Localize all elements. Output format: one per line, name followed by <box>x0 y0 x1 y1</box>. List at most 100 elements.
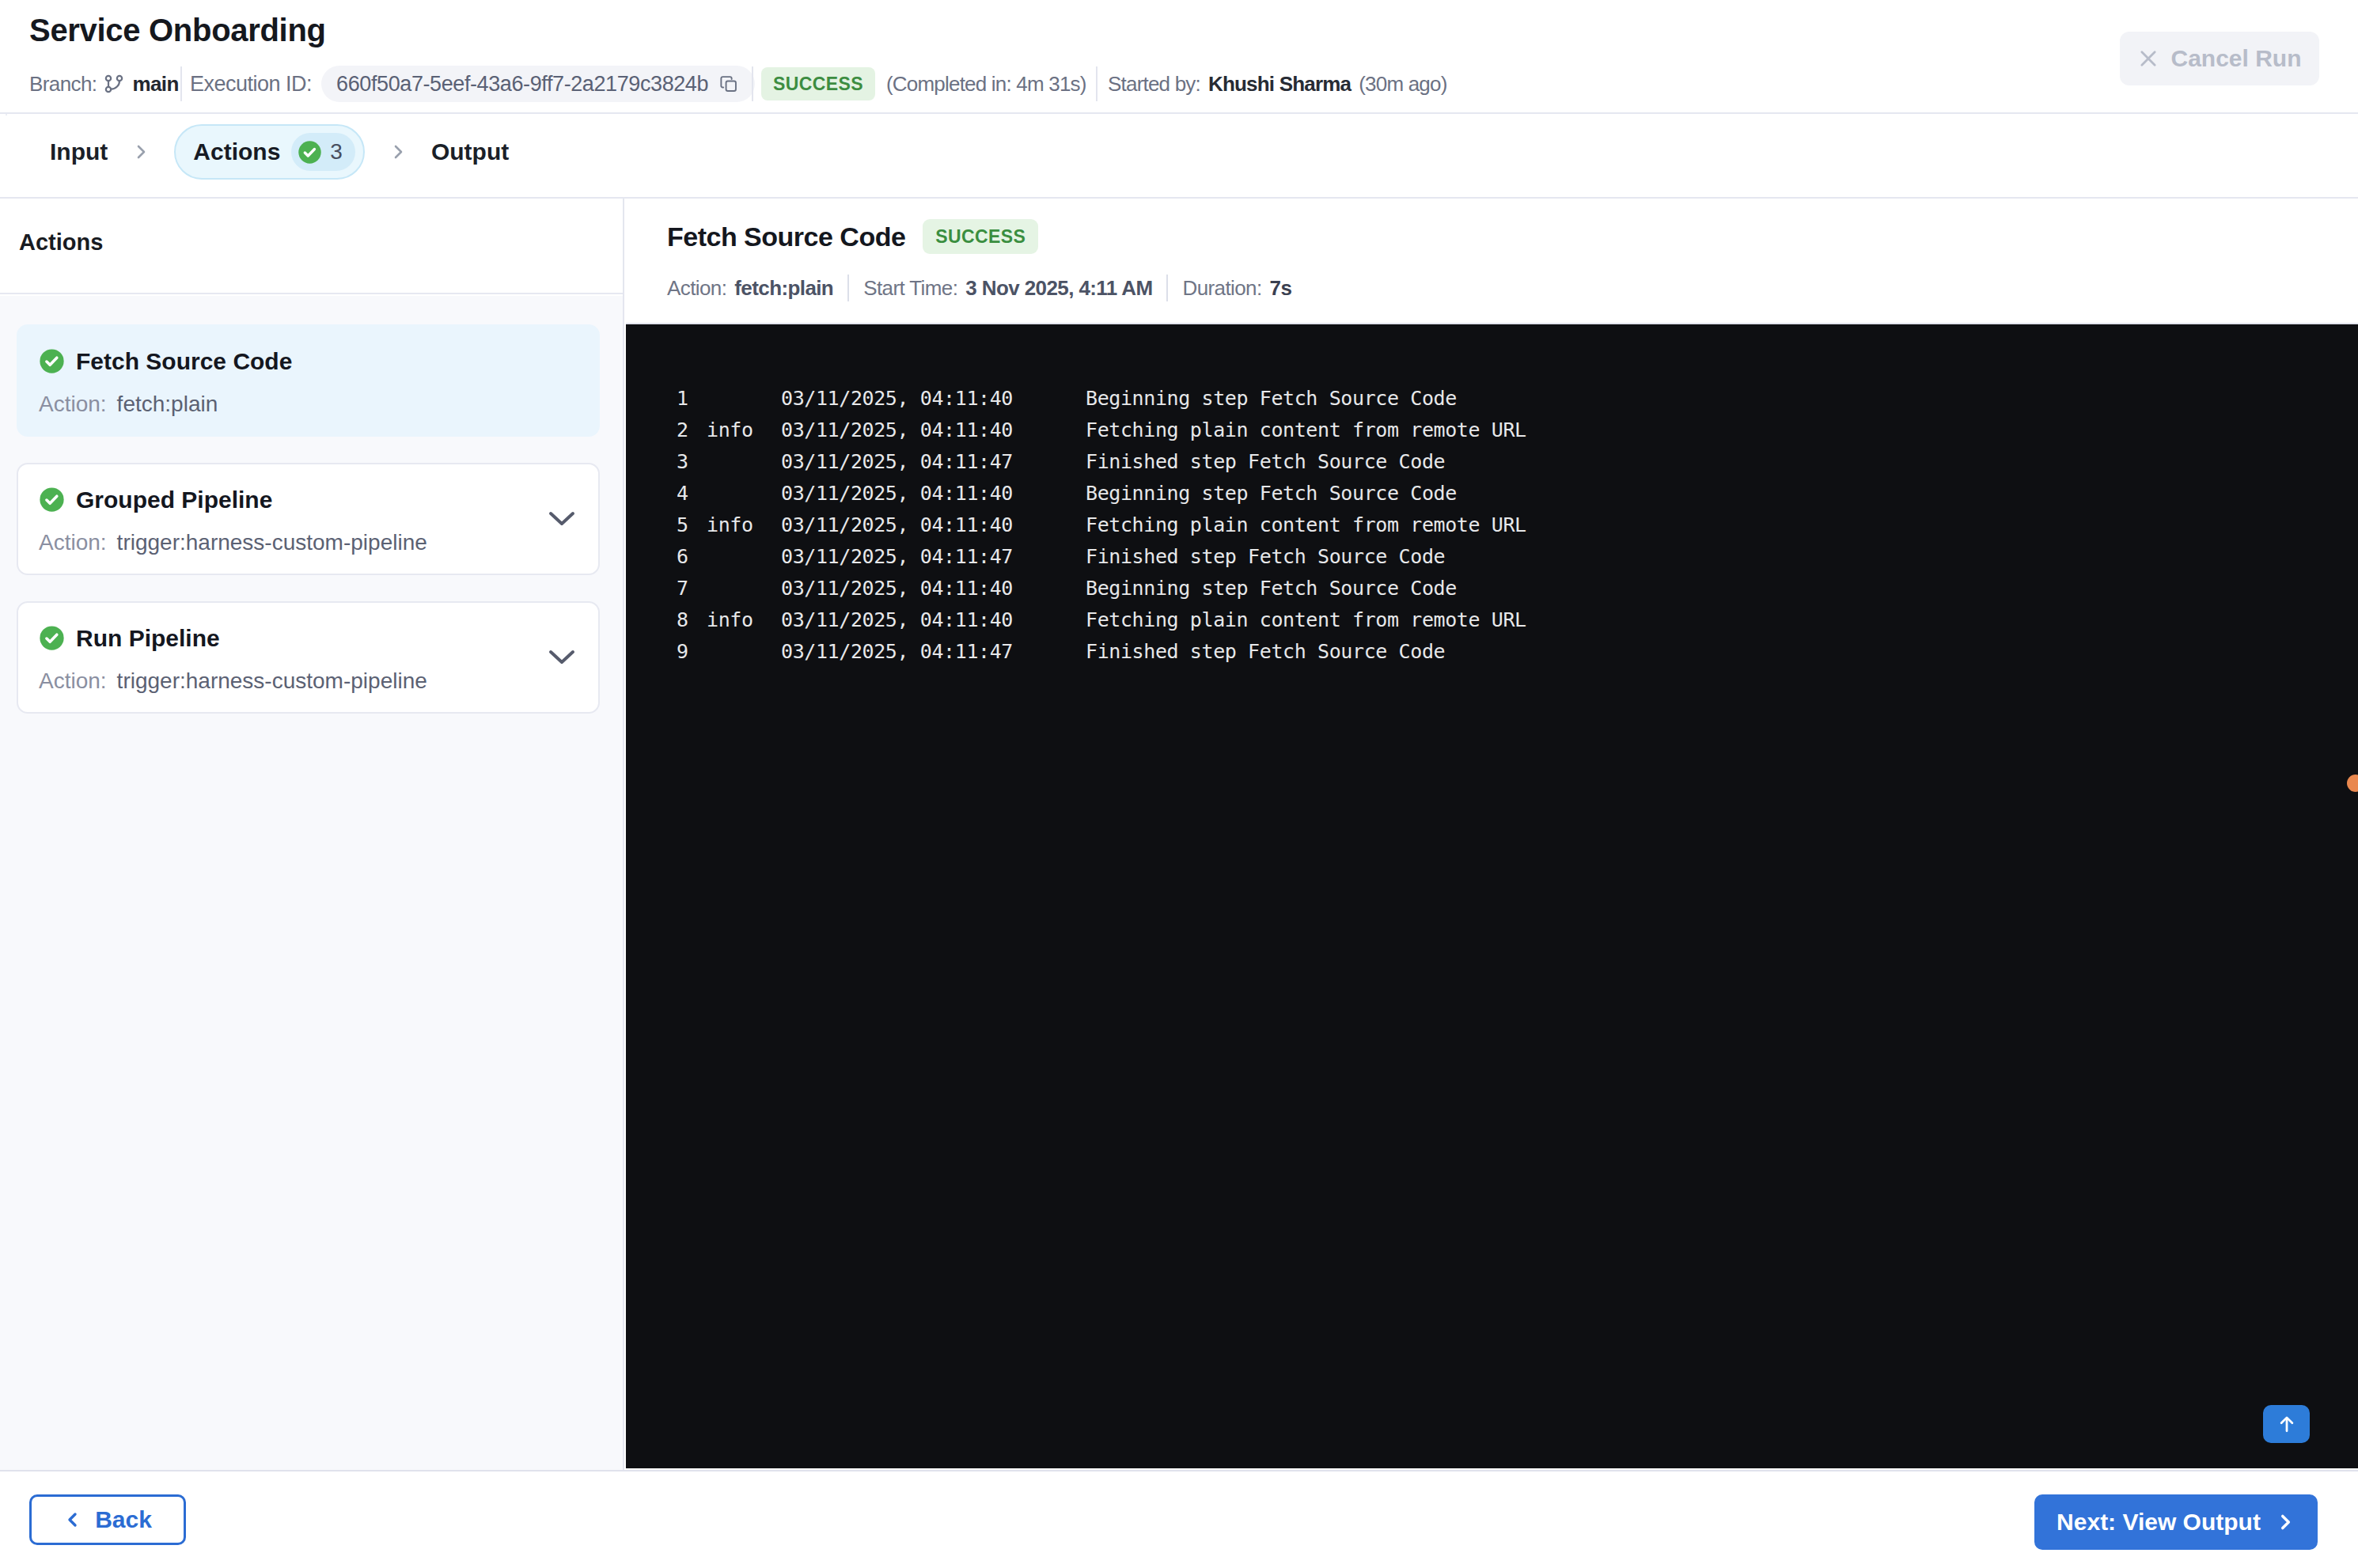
branch-group: Branch: main <box>29 66 179 102</box>
log-message: Beginning step Fetch Source Code <box>1086 573 2334 604</box>
log-message: Beginning step Fetch Source Code <box>1086 383 2334 415</box>
check-circle-icon <box>39 625 65 651</box>
started-by-ago: (30m ago) <box>1359 72 1446 97</box>
execution-id-value: 660f50a7-5eef-43a6-9ff7-2a2179c3824b <box>336 72 708 97</box>
started-by-name: Khushi Sharma <box>1208 72 1351 97</box>
log-timestamp: 03/11/2025, 04:11:40 <box>781 509 1086 541</box>
detail-duration-value: 7s <box>1270 276 1292 301</box>
log-lines: 1 03/11/2025, 04:11:40 Beginning step Fe… <box>677 383 2334 668</box>
action-card-title: Fetch Source Code <box>76 348 292 375</box>
actions-sidebar: Actions Fetch Source Code Action: fetch:p… <box>0 199 624 1470</box>
sidebar-card-list: Fetch Source Code Action: fetch:plain Gro… <box>0 296 623 1470</box>
log-line: 8 info 03/11/2025, 04:11:40 Fetching pla… <box>677 604 2334 636</box>
log-message: Beginning step Fetch Source Code <box>1086 478 2334 509</box>
log-level <box>707 636 781 668</box>
execution-id-label: Execution ID: <box>190 72 312 97</box>
log-level <box>707 541 781 573</box>
log-line: 4 03/11/2025, 04:11:40 Beginning step Fe… <box>677 478 2334 509</box>
log-line: 2 info 03/11/2025, 04:11:40 Fetching pla… <box>677 415 2334 446</box>
log-line-number: 3 <box>677 446 707 478</box>
log-timestamp: 03/11/2025, 04:11:40 <box>781 573 1086 604</box>
log-line: 6 03/11/2025, 04:11:47 Finished step Fet… <box>677 541 2334 573</box>
step-actions-count: 3 <box>330 139 343 165</box>
log-timestamp: 03/11/2025, 04:11:40 <box>781 383 1086 415</box>
detail-action-value: fetch:plain <box>734 276 833 301</box>
copy-icon[interactable] <box>718 74 740 95</box>
detail-duration-label: Duration: <box>1182 276 1261 301</box>
run-status-badge: SUCCESS <box>761 67 875 100</box>
detail-start-time-label: Start Time: <box>863 276 957 301</box>
log-line: 1 03/11/2025, 04:11:40 Beginning step Fe… <box>677 383 2334 415</box>
action-card-header: Grouped Pipeline <box>39 487 578 513</box>
action-card[interactable]: Run Pipeline Action:trigger:harness-cust… <box>17 601 600 714</box>
chevron-down-icon[interactable] <box>548 649 576 666</box>
action-card[interactable]: Grouped Pipeline Action: trigger:harness-… <box>17 463 600 575</box>
log-timestamp: 03/11/2025, 04:11:40 <box>781 415 1086 446</box>
action-label: Action: <box>39 668 107 693</box>
footer: Back Next: View Output <box>0 1470 2358 1568</box>
completed-in-text: (Completed in: 4m 31s) <box>886 72 1086 97</box>
action-card[interactable]: Fetch Source Code Action: fetch:plain <box>17 324 600 437</box>
log-level: info <box>707 415 781 446</box>
action-value: trigger:harness-custom-pipeline <box>117 530 427 555</box>
chevron-down-icon[interactable] <box>548 510 576 528</box>
action-label: Action: <box>39 392 107 416</box>
log-message: Finished step Fetch Source Code <box>1086 636 2334 668</box>
log-level <box>707 446 781 478</box>
status-group: SUCCESS (Completed in: 4m 31s) <box>761 66 1086 102</box>
action-label: Action: <box>39 530 107 555</box>
chevron-right-icon <box>389 142 408 161</box>
header-meta: Branch: main Execution ID: 660f50a7-5eef… <box>0 66 2358 102</box>
arrow-up-icon <box>2275 1412 2299 1436</box>
log-line-number: 8 <box>677 604 707 636</box>
step-actions[interactable]: Actions 3 <box>174 124 365 180</box>
log-line-number: 4 <box>677 478 707 509</box>
detail-action-label: Action: <box>667 276 726 301</box>
detail-meta: Action: fetch:plain Start Time: 3 Nov 20… <box>667 275 1291 301</box>
check-circle-icon <box>39 348 65 374</box>
action-card-header: Fetch Source Code <box>39 348 578 374</box>
sidebar-header: Actions <box>0 199 623 294</box>
back-button[interactable]: Back <box>29 1494 186 1545</box>
log-message: Fetching plain content from remote URL <box>1086 509 2334 541</box>
log-message: Finished step Fetch Source Code <box>1086 541 2334 573</box>
action-card-action: Action:trigger:harness-custom-pipeline <box>39 668 578 694</box>
log-message: Fetching plain content from remote URL <box>1086 415 2334 446</box>
page: Service Onboarding Branch: main Executio… <box>0 0 2358 1568</box>
log-line: 5 info 03/11/2025, 04:11:40 Fetching pla… <box>677 509 2334 541</box>
action-value: fetch:plain <box>117 392 218 416</box>
log-timestamp: 03/11/2025, 04:11:40 <box>781 604 1086 636</box>
log-line-number: 7 <box>677 573 707 604</box>
log-line-number: 2 <box>677 415 707 446</box>
detail-start-time-value: 3 Nov 2025, 4:11 AM <box>965 276 1152 301</box>
log-message: Fetching plain content from remote URL <box>1086 604 2334 636</box>
log-level <box>707 478 781 509</box>
log-line-number: 5 <box>677 509 707 541</box>
log-level: info <box>707 604 781 636</box>
detail-status-badge: SUCCESS <box>923 219 1038 254</box>
sidebar-heading: Actions <box>19 229 103 256</box>
divider <box>1166 275 1168 301</box>
step-input[interactable]: Input <box>50 138 108 165</box>
step-output[interactable]: Output <box>431 138 509 165</box>
chevron-right-icon <box>131 142 150 161</box>
action-card-action: Action: fetch:plain <box>39 392 578 417</box>
action-card-title: Grouped Pipeline <box>76 487 272 513</box>
started-by-group: Started by: Khushi Sharma (30m ago) <box>1108 66 1447 102</box>
execution-id-chip[interactable]: 660f50a7-5eef-43a6-9ff7-2a2179c3824b <box>321 66 755 102</box>
scroll-to-top-button[interactable] <box>2263 1405 2310 1443</box>
close-icon <box>2137 47 2159 70</box>
back-label: Back <box>95 1506 152 1533</box>
cancel-run-button[interactable]: Cancel Run <box>2120 32 2319 85</box>
divider <box>180 66 182 101</box>
step-actions-label: Actions <box>193 138 280 165</box>
stepper: Input Actions 3 Output <box>0 116 2358 199</box>
next-view-output-button[interactable]: Next: View Output <box>2034 1494 2318 1550</box>
log-level <box>707 573 781 604</box>
log-level: info <box>707 509 781 541</box>
log-console[interactable]: 1 03/11/2025, 04:11:40 Beginning step Fe… <box>626 324 2358 1468</box>
check-circle-icon <box>298 140 322 165</box>
divider <box>847 275 849 301</box>
log-line: 9 03/11/2025, 04:11:47 Finished step Fet… <box>677 636 2334 668</box>
branch-value: main <box>132 72 178 97</box>
